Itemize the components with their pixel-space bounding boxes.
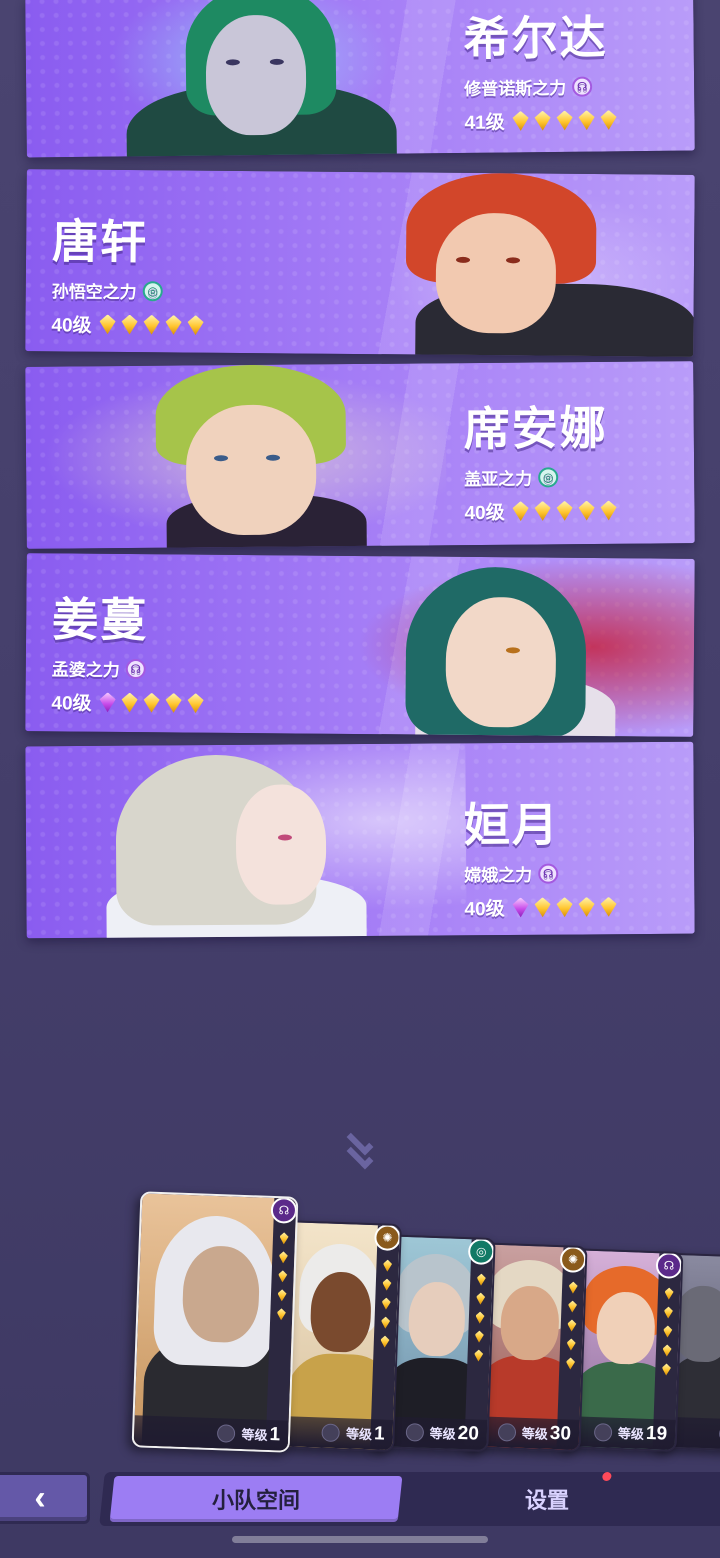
wind-faction-icon: ◎ (142, 280, 163, 301)
hero-level-row: 40级 (464, 497, 616, 525)
hero-portrait (85, 0, 417, 158)
hero-portrait (355, 555, 695, 737)
star-gem-icon (601, 110, 617, 130)
star-gem-icon (601, 500, 617, 520)
star-gem-icon (535, 501, 551, 521)
star-gem-icon (100, 314, 116, 334)
bottom-nav: ‹ 小队空间 设置 (0, 1466, 720, 1526)
hero-name: 姜蔓 (51, 593, 149, 647)
double-chevron-down-icon[interactable] (343, 1128, 377, 1178)
star-gem-icon (579, 110, 595, 130)
hero-name: 唐轩 (51, 215, 149, 269)
myth-faction-icon: ☊ (572, 76, 593, 97)
hero-name: 希尔达 (463, 11, 608, 65)
star-gem-icon (557, 110, 573, 130)
star-gem-icon (579, 897, 595, 917)
hero-level-row: 40级 (51, 688, 203, 716)
star-gem-icon (188, 315, 204, 335)
wind-faction-icon: ◎ (538, 466, 559, 487)
equipment-slot-icon (593, 1423, 613, 1442)
hero-level: 41级 (464, 112, 505, 134)
star-gem-icon (100, 692, 116, 712)
hero-level-row: 41级 (464, 106, 616, 135)
member-level: 等级30 (521, 1422, 572, 1445)
equipment-slot-icon (217, 1424, 236, 1443)
star-gem-icon (188, 693, 204, 713)
team-member-card[interactable]: ☊ 等级1 (131, 1191, 299, 1453)
star-gem-icon (144, 693, 160, 713)
star-gem-icon (122, 692, 138, 712)
hero-card[interactable]: 唐轩 孙悟空之力 ◎ 40级 (25, 169, 695, 357)
equipment-slot-icon (405, 1423, 425, 1442)
star-gem-icon (122, 314, 138, 334)
myth-faction-icon: ☊ (538, 863, 559, 884)
star-gem-icon (513, 111, 529, 131)
hero-name: 席安娜 (463, 401, 608, 456)
back-button[interactable]: ‹ (0, 1472, 90, 1524)
hero-level-row: 40级 (464, 893, 616, 921)
star-gem-icon (166, 693, 182, 713)
hero-card[interactable]: 姜蔓 孟婆之力 ☊ 40级 (25, 553, 695, 737)
hero-power: 孙悟空之力 ◎ (52, 277, 204, 303)
tab-settings[interactable]: 设置 (460, 1476, 635, 1522)
hero-power: 嫦娥之力 ☊ (464, 860, 616, 886)
star-gem-icon (144, 315, 160, 335)
star-gem-icon (557, 897, 573, 917)
star-gem-icon (557, 501, 573, 521)
hero-power: 修普诺斯之力 ☊ (464, 73, 616, 100)
member-level: 等级19 (617, 1422, 668, 1445)
star-gem-icon (601, 897, 617, 917)
star-gem-icon (166, 315, 182, 335)
equipment-slot-icon (497, 1423, 517, 1442)
hero-level: 40级 (51, 315, 92, 337)
hero-level: 40级 (464, 502, 505, 525)
team-lineup: ☊ 等级1 ✺ 等级1 ◎ 等级20 ✺ 等级30 ☊ 等级19 (0, 1191, 720, 1462)
myth-faction-icon: ☊ (125, 658, 146, 679)
hero-portrait (45, 743, 467, 939)
hero-card[interactable]: 希尔达 修普诺斯之力 ☊ 41级 (25, 0, 695, 158)
hero-level-row: 40级 (51, 310, 203, 338)
chevron-left-icon: ‹ (34, 1478, 46, 1517)
member-level: 等级1 (345, 1423, 385, 1445)
hero-portrait (365, 172, 695, 357)
star-gem-icon (513, 897, 529, 917)
home-indicator[interactable] (232, 1536, 488, 1543)
star-gem-icon (535, 897, 551, 917)
tab-bar: 小队空间 设置 (99, 1472, 720, 1526)
hero-level: 40级 (464, 898, 505, 921)
star-gem-icon (535, 111, 551, 131)
hero-power: 孟婆之力 ☊ (52, 655, 204, 681)
hero-portrait (25, 363, 447, 549)
hero-level: 40级 (51, 693, 92, 715)
member-level: 等级1 (241, 1423, 281, 1446)
hero-card[interactable]: 席安娜 盖亚之力 ◎ 40级 (25, 361, 695, 549)
star-gem-icon (579, 500, 595, 520)
hero-power: 盖亚之力 ◎ (464, 464, 616, 490)
member-level: 等级20 (429, 1422, 480, 1445)
star-gem-icon (513, 501, 529, 521)
hero-card[interactable]: 姮月 嫦娥之力 ☊ 40级 (25, 741, 695, 939)
hero-name: 姮月 (463, 798, 561, 852)
equipment-slot-icon (321, 1423, 341, 1443)
tab-team-space[interactable]: 小队空间 (109, 1476, 403, 1522)
